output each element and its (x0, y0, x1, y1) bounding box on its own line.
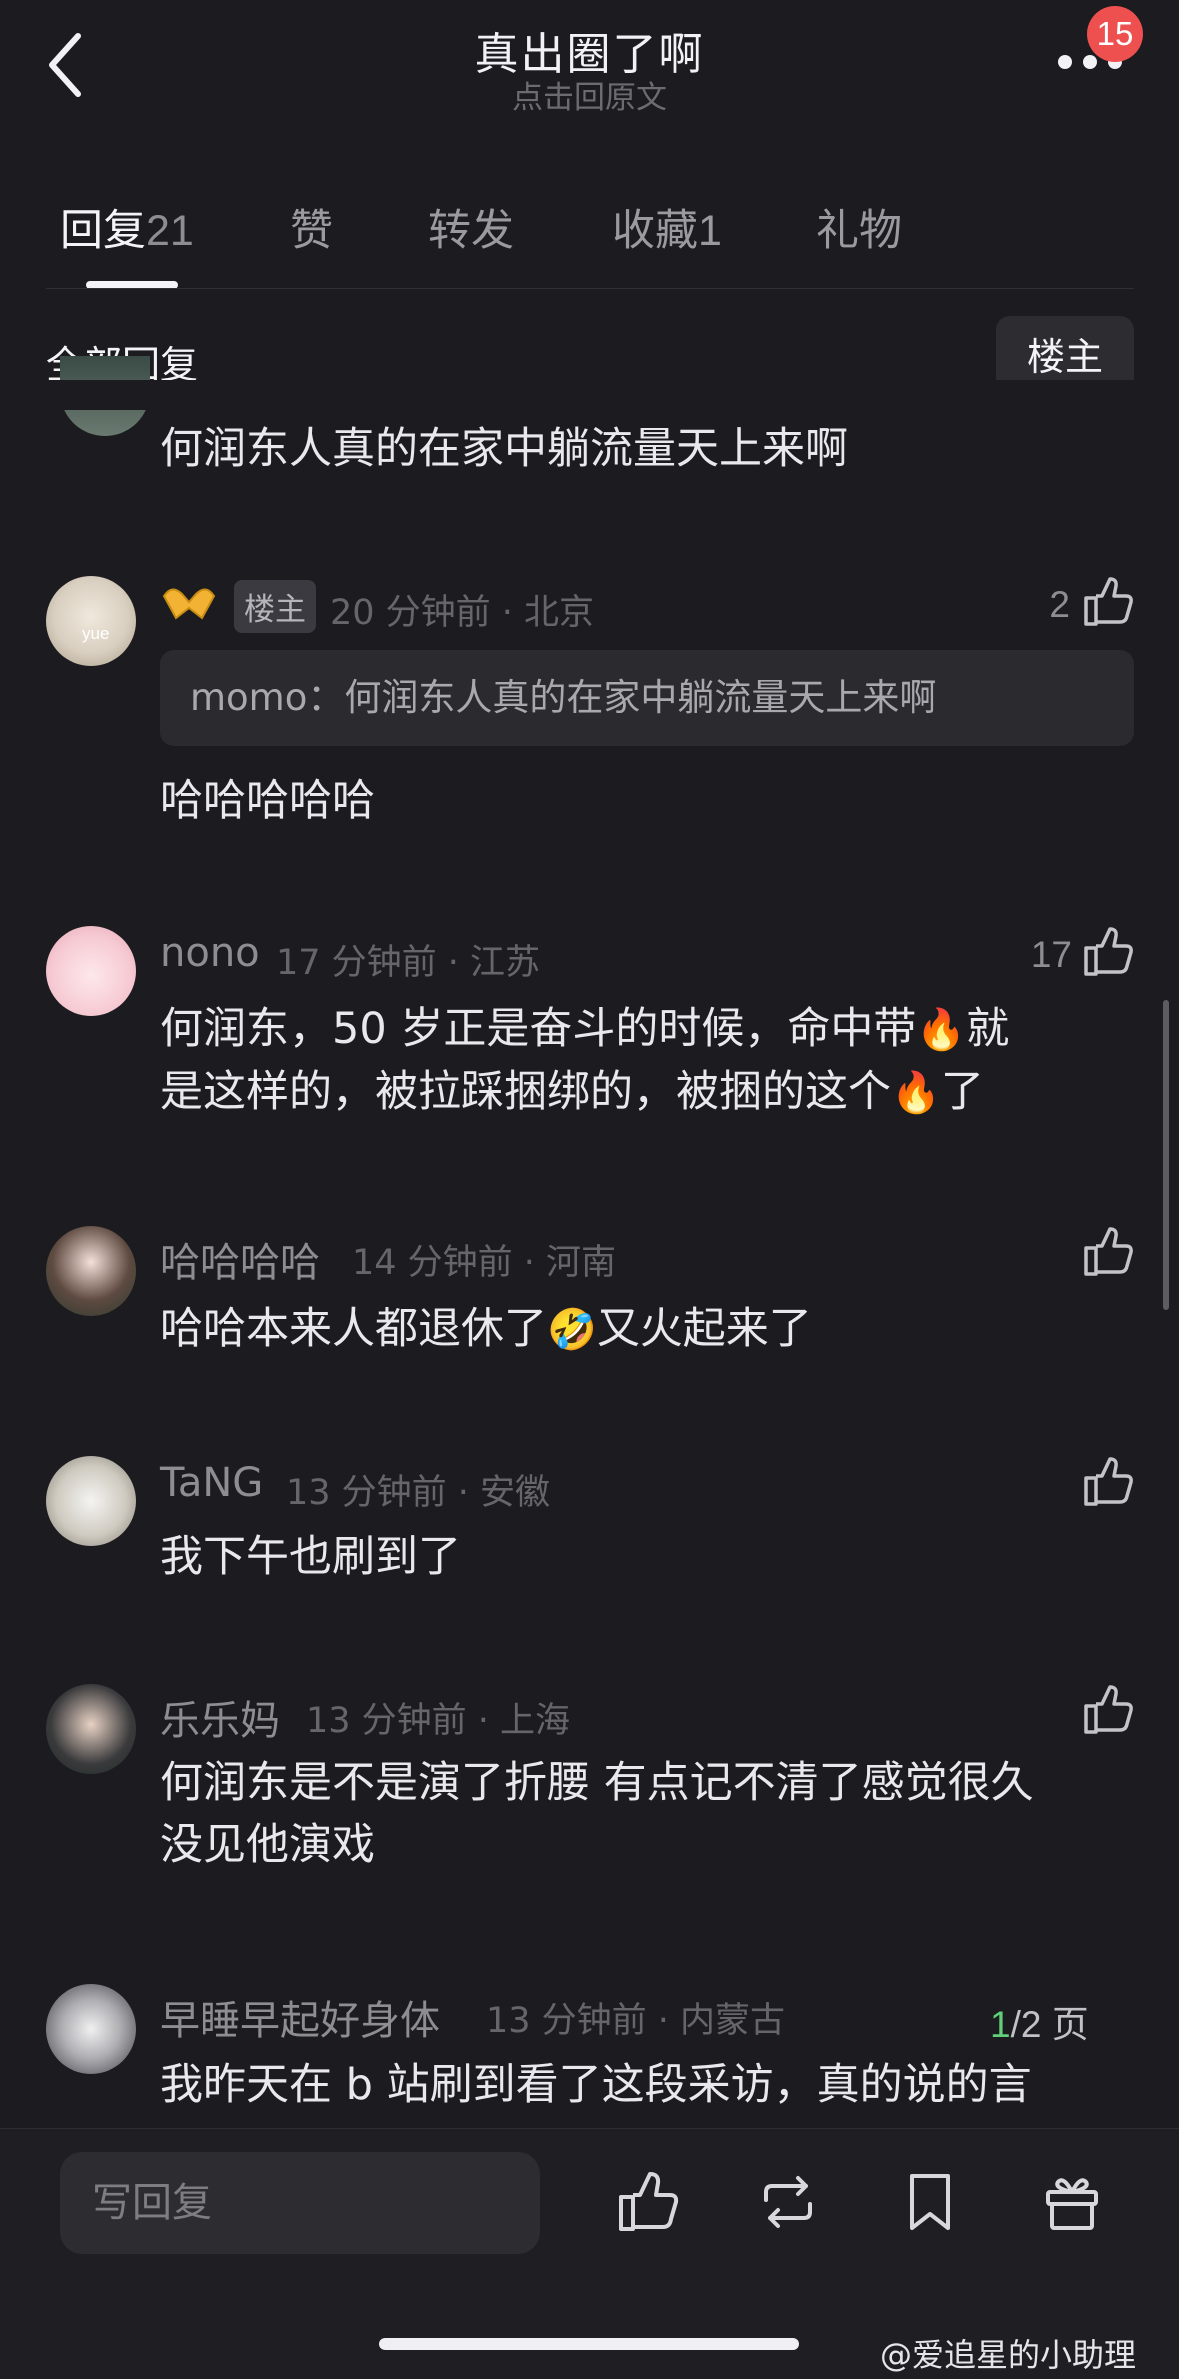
comment-meta: 13 分钟前 · 安徽 (286, 1473, 551, 1513)
comment-meta: 20 分钟前 · 北京 (330, 593, 595, 633)
tab-replies-label: 回复 (60, 206, 146, 256)
tab-gifts-label: 礼物 (816, 206, 902, 256)
notification-badge: 15 (1087, 6, 1143, 62)
tab-replies-count: 21 (146, 207, 194, 255)
quoted-comment[interactable]: momo：何润东人真的在家中躺流量天上来啊 (160, 650, 1134, 746)
avatar[interactable]: yue (46, 576, 136, 666)
comment-text-part: 是这样的，被拉踩捆绑的，被捆的这个 (160, 1067, 891, 1117)
scrollbar[interactable] (1163, 1000, 1169, 1310)
watermark: @爱追星的小助理 (880, 2336, 1137, 2374)
avatar[interactable] (46, 926, 136, 1016)
thumbs-up-icon[interactable] (1082, 1684, 1134, 1736)
home-indicator[interactable] (379, 2338, 799, 2350)
avatar[interactable] (46, 1456, 136, 1546)
back-to-original-link[interactable]: 点击回原文 (0, 72, 1179, 117)
comment-text-part: 哈哈本来人都退休了 (160, 1304, 547, 1354)
clip-mask (0, 380, 1179, 410)
tab-favorites[interactable]: 收藏1 (612, 196, 722, 258)
comment-text-part: 何润东，50 岁正是奋斗的时候，命中带 (160, 1004, 917, 1054)
username[interactable]: 哈哈哈哈 (160, 1230, 320, 1288)
page-current: 1 (990, 2004, 1011, 2045)
tab-replies[interactable]: 回复21 (60, 196, 194, 258)
comment-text: 何润东，50 岁正是奋斗的时候，命中带🔥就 是这样的，被拉踩捆绑的，被捆的这个🔥… (160, 998, 1009, 1124)
username[interactable]: 乐乐妈 (160, 1688, 280, 1746)
comment-text-part: 没见他演戏 (160, 1820, 375, 1870)
comment-meta: 13 分钟前 · 内蒙古 (486, 2001, 786, 2041)
thumbs-up-icon[interactable] (1082, 926, 1134, 978)
avatar[interactable] (46, 1684, 136, 1774)
tab-reposts[interactable]: 转发 (428, 196, 514, 258)
gift-icon[interactable] (1040, 2170, 1104, 2234)
owner-tag: 楼主 (234, 580, 316, 633)
comment-meta: 17 分钟前 · 江苏 (276, 943, 541, 983)
bookmark-icon[interactable] (898, 2170, 962, 2234)
thumbs-up-icon[interactable] (616, 2170, 680, 2234)
page-indicator[interactable]: 1/2 页 (990, 1994, 1089, 2048)
comment-text: 哈哈本来人都退休了🤣又火起来了 (160, 1298, 812, 1361)
like-count: 2 (1049, 584, 1070, 625)
comment-meta: 13 分钟前 · 上海 (306, 1701, 571, 1741)
username[interactable]: nono (160, 930, 260, 976)
comment-text-part: 了 (940, 1067, 984, 1117)
thumbs-up-icon[interactable] (1082, 1456, 1134, 1508)
tab-favorites-count: 1 (698, 207, 722, 255)
tabs-divider (46, 288, 1134, 289)
tab-reposts-label: 转发 (428, 206, 514, 256)
page-total: /2 页 (1010, 2004, 1089, 2045)
comment-text: 我下午也刷到了 (160, 1532, 461, 1582)
thumbs-up-icon[interactable] (1082, 1226, 1134, 1278)
comment-text-part: 何润东是不是演了折腰 有点记不清了感觉很久 (160, 1758, 1034, 1808)
comment-meta: 14 分钟前 · 河南 (352, 1243, 617, 1283)
repost-icon[interactable] (756, 2170, 820, 2234)
fire-icon: 🔥 (916, 1007, 967, 1053)
comment-text: 我昨天在 b 站刷到看了这段采访，真的说的言 (160, 2060, 1032, 2110)
fire-icon: 🔥 (891, 1070, 941, 1116)
username[interactable]: TaNG (160, 1460, 263, 1506)
like-count: 17 (1030, 934, 1072, 975)
thumbs-up-icon[interactable] (1082, 576, 1134, 628)
heart-hands-icon (162, 588, 216, 620)
reply-input[interactable]: 写回复 (60, 2152, 540, 2254)
avatar[interactable] (46, 1226, 136, 1316)
tab-likes-label: 赞 (290, 206, 333, 256)
comment-text-part: 就 (966, 1004, 1010, 1054)
comment-text: 何润东人真的在家中躺流量天上来啊 (160, 424, 848, 474)
tab-gifts[interactable]: 礼物 (816, 196, 902, 258)
username[interactable]: 早睡早起好身体 (160, 1988, 440, 2046)
avatar[interactable] (46, 1984, 136, 2074)
comment-text-part: 又火起来了 (596, 1304, 812, 1354)
comment-text: 哈哈哈哈哈 (160, 776, 375, 826)
avatar-caption: yue (82, 624, 110, 643)
comment-text: 何润东是不是演了折腰 有点记不清了感觉很久 没见他演戏 (160, 1752, 1034, 1876)
tab-favorites-label: 收藏 (612, 206, 698, 256)
rofl-emoji-icon: 🤣 (547, 1307, 597, 1353)
tab-likes[interactable]: 赞 (290, 196, 333, 258)
